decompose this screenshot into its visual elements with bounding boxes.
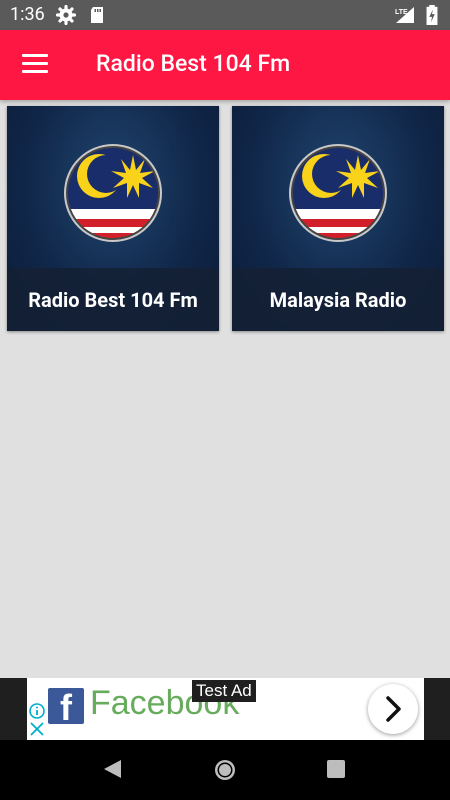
close-x-icon — [30, 722, 44, 736]
hamburger-menu-icon[interactable] — [22, 54, 48, 74]
sd-card-icon — [91, 7, 103, 23]
app-bar: Radio Best 104 Fm — [0, 30, 450, 100]
nav-bar — [0, 740, 450, 800]
back-triangle-icon[interactable] — [101, 758, 123, 780]
station-label: Radio Best 104 Fm — [28, 287, 198, 312]
recents-square-icon[interactable] — [327, 760, 345, 778]
ad-info-icons[interactable] — [28, 702, 46, 738]
station-label-bar: Radio Best 104 Fm — [7, 268, 219, 331]
lte-label: LTE — [395, 9, 408, 16]
battery-charging-icon — [426, 5, 438, 25]
gear-icon — [56, 5, 76, 25]
status-bar: 1:36 LTE — [0, 0, 450, 30]
malaysia-flag-icon — [64, 144, 162, 242]
malaysia-flag-icon — [289, 144, 387, 242]
station-label: Malaysia Radio — [269, 287, 407, 312]
home-circle-icon[interactable] — [212, 757, 238, 783]
station-card-radio-best[interactable]: Radio Best 104 Fm — [7, 106, 219, 331]
test-ad-tag: Test Ad — [192, 680, 256, 702]
station-card-malaysia-radio[interactable]: Malaysia Radio — [232, 106, 444, 331]
station-label-bar: Malaysia Radio — [232, 268, 444, 331]
app-title: Radio Best 104 Fm — [96, 50, 291, 77]
status-time: 1:36 — [10, 4, 45, 25]
facebook-logo-icon: f — [48, 688, 84, 728]
ad-action-button[interactable] — [368, 684, 418, 734]
lte-signal-icon: LTE — [395, 7, 414, 23]
chevron-right-icon — [386, 696, 401, 722]
